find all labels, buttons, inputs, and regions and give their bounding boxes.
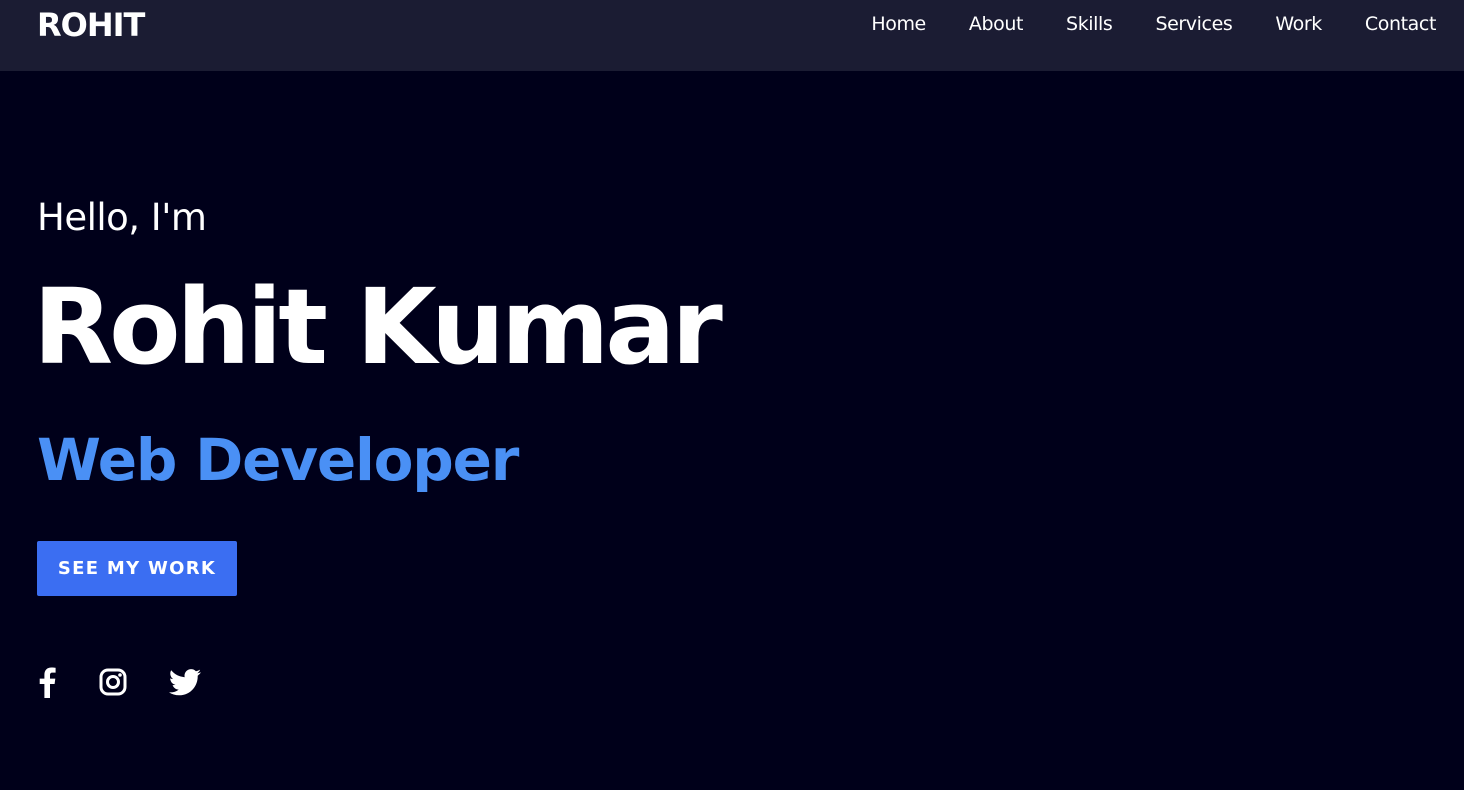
site-logo[interactable]: ROHIT (37, 5, 145, 45)
see-my-work-button[interactable]: SEE MY WORK (37, 541, 237, 596)
nav-work-link[interactable]: Work (1275, 13, 1322, 35)
nav-about-link[interactable]: About (969, 13, 1024, 35)
hero-greeting: Hello, I'm (37, 196, 207, 239)
hero-role: Web Developer (37, 426, 519, 494)
top-navbar: ROHIT Home About Skills Services Work Co… (0, 0, 1464, 71)
nav-contact-link[interactable]: Contact (1365, 13, 1437, 35)
twitter-icon[interactable] (168, 664, 202, 700)
hero-name: Rohit Kumar (33, 266, 723, 388)
facebook-icon[interactable] (37, 664, 57, 700)
nav-services-link[interactable]: Services (1155, 13, 1232, 35)
instagram-icon[interactable] (98, 664, 128, 700)
main-nav: Home About Skills Services Work Contact (871, 10, 1436, 38)
nav-skills-link[interactable]: Skills (1066, 13, 1113, 35)
nav-home-link[interactable]: Home (871, 13, 926, 35)
